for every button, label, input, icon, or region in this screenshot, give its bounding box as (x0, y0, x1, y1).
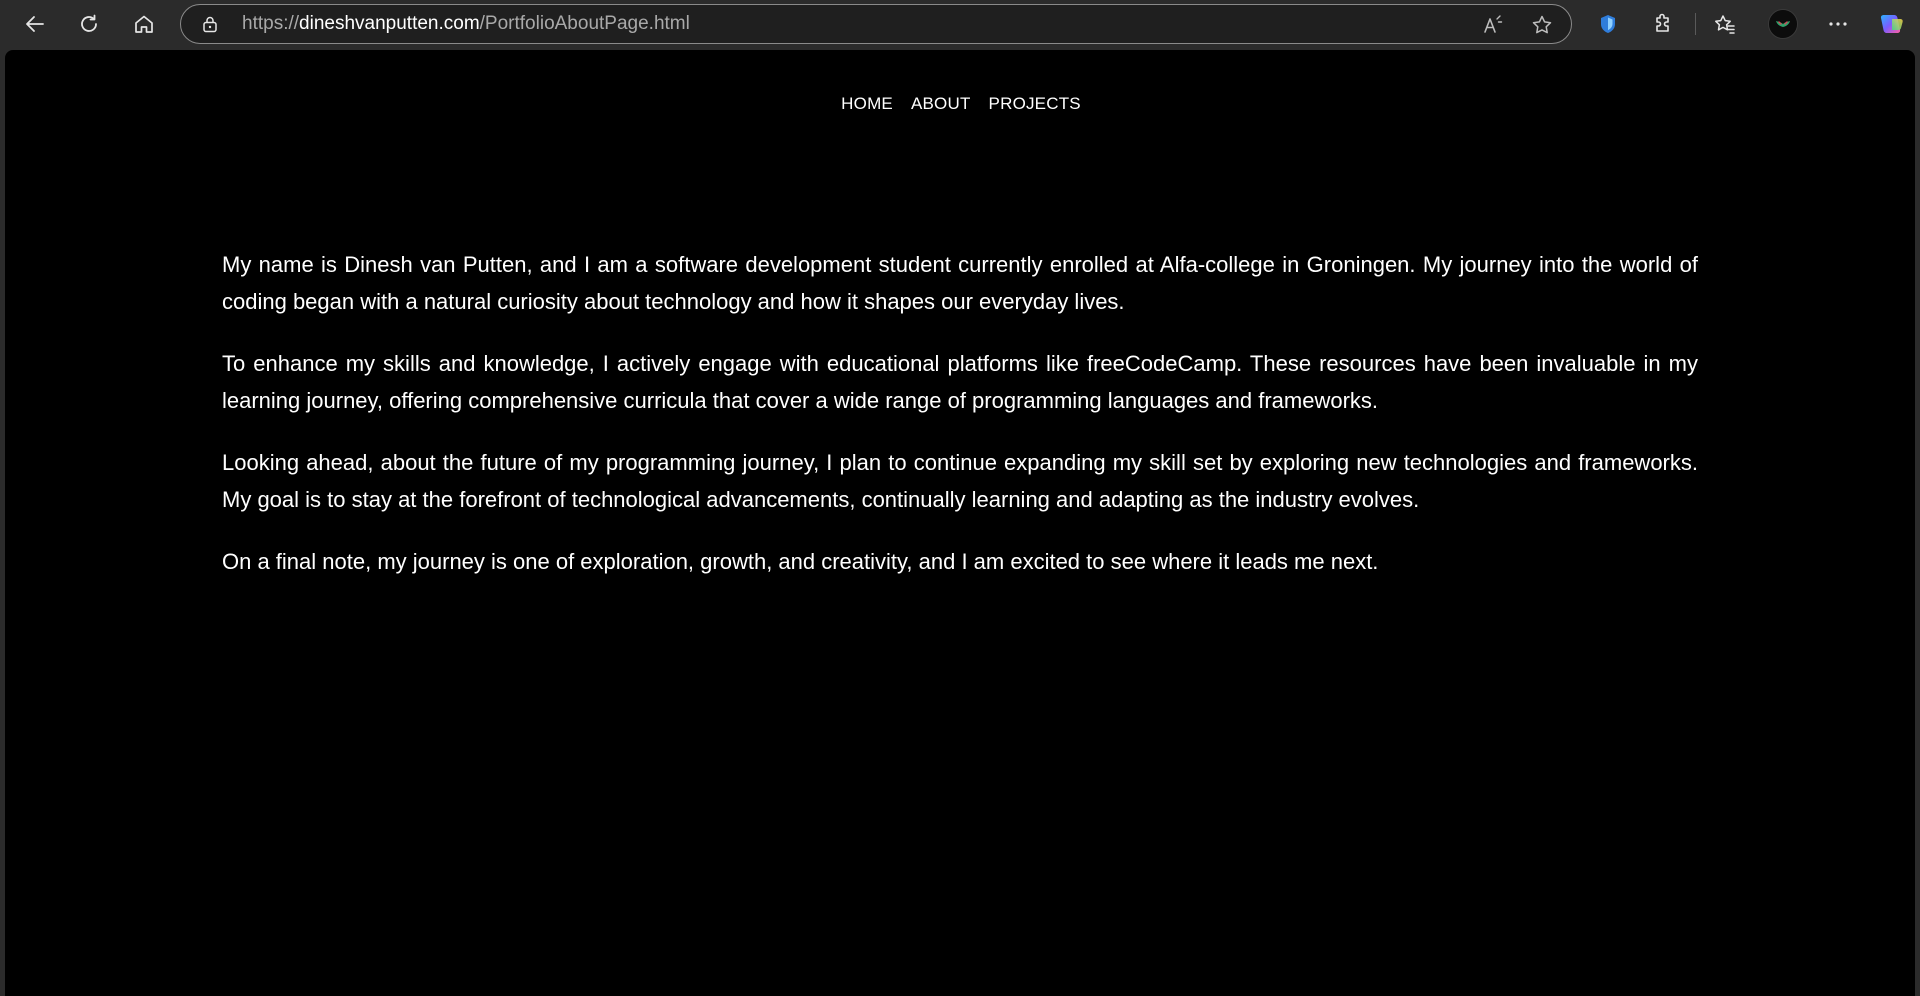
home-button[interactable] (126, 8, 162, 40)
home-icon (135, 15, 153, 33)
more-menu-icon (1829, 22, 1847, 26)
extensions-icon (1656, 13, 1669, 32)
copilot-icon (1880, 15, 1903, 33)
url-prefix: https:// (242, 13, 300, 34)
about-paragraph: My name is Dinesh van Putten, and I am a… (222, 252, 1698, 314)
read-aloud-button[interactable] (1479, 11, 1507, 39)
refresh-icon (81, 14, 97, 32)
back-icon (26, 16, 44, 32)
refresh-button[interactable] (71, 8, 107, 40)
url-text[interactable]: https://dineshvanputten.com/PortfolioAbo… (242, 5, 690, 43)
favorites-button[interactable] (1707, 8, 1743, 40)
page-viewport: HOME ABOUT PROJECTS My name is Dinesh va… (5, 50, 1915, 996)
browser-essentials-button[interactable] (1590, 8, 1626, 40)
browser-window: https://dineshvanputten.com/PortfolioAbo… (0, 0, 1920, 996)
profile-avatar-icon (1769, 10, 1797, 38)
profile-avatar[interactable] (1768, 9, 1798, 39)
url-host: dineshvanputten.com (299, 13, 480, 34)
read-aloud-icon (1484, 15, 1503, 33)
url-path: /PortfolioAboutPage.html (479, 13, 690, 34)
nav-about-link[interactable]: ABOUT (909, 94, 971, 114)
browser-toolbar: https://dineshvanputten.com/PortfolioAbo… (0, 0, 1920, 48)
nav-projects-link[interactable]: PROJECTS (987, 94, 1081, 114)
main-nav: HOME ABOUT PROJECTS (5, 94, 1915, 114)
back-button[interactable] (17, 8, 53, 40)
browser-essentials-icon (1601, 15, 1615, 33)
about-content: My name is Dinesh van Putten, and I am a… (222, 246, 1698, 605)
lock-icon[interactable] (201, 15, 219, 33)
add-favorite-button[interactable] (1528, 11, 1556, 39)
about-paragraph: Looking ahead, about the future of my pr… (222, 450, 1698, 512)
extensions-button[interactable] (1645, 8, 1681, 40)
address-bar[interactable]: https://dineshvanputten.com/PortfolioAbo… (180, 4, 1572, 44)
nav-home-link[interactable]: HOME (839, 94, 893, 114)
favorite-star-icon (1532, 15, 1552, 34)
about-paragraph: On a final note, my journey is one of ex… (222, 549, 1379, 574)
toolbar-divider (1695, 13, 1696, 35)
about-paragraph: To enhance my skills and knowledge, I ac… (222, 351, 1698, 413)
favorites-icon (1715, 15, 1735, 34)
more-menu-button[interactable] (1820, 8, 1856, 40)
copilot-button[interactable] (1874, 8, 1910, 40)
